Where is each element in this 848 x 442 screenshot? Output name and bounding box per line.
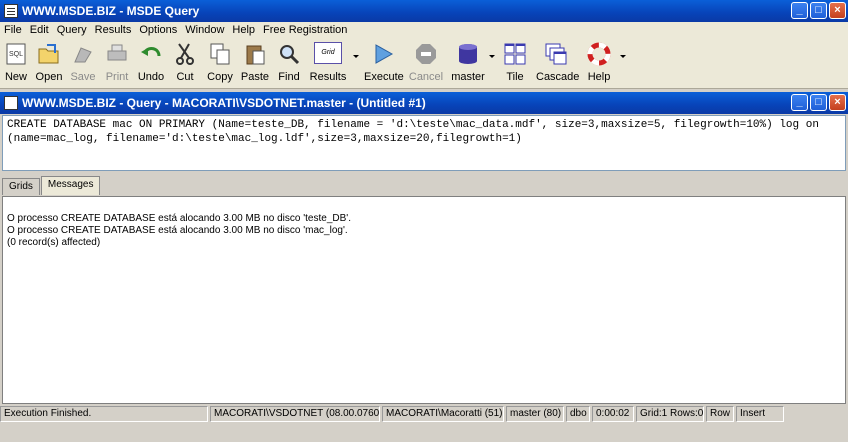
- query-close-button[interactable]: ×: [829, 94, 846, 111]
- status-grid-rows: Grid:1 Rows:0: [636, 406, 704, 422]
- message-line: O processo CREATE DATABASE está alocando…: [7, 225, 348, 236]
- find-button[interactable]: Find: [274, 40, 304, 84]
- query-minimize-button[interactable]: _: [791, 94, 808, 111]
- results-grid-label: Grid: [321, 49, 335, 56]
- tile-windows-icon: [504, 43, 526, 65]
- menu-bar: File Edit Query Results Options Window H…: [0, 22, 848, 38]
- printer-icon: [107, 44, 127, 61]
- scissors-icon: [176, 43, 194, 65]
- toolbar: SQL New Open Save Print Undo Cut Copy Pa…: [0, 38, 848, 89]
- message-line: O processo CREATE DATABASE está alocando…: [7, 213, 351, 224]
- print-button[interactable]: Print: [102, 40, 132, 84]
- find-binoculars-icon: [280, 45, 300, 65]
- sql-editor[interactable]: CREATE DATABASE mac ON PRIMARY (Name=tes…: [2, 115, 846, 171]
- database-dropdown-arrow[interactable]: [489, 55, 495, 58]
- status-bar: Execution Finished. MACORATI\VSDOTNET (0…: [0, 406, 848, 424]
- app-title: WWW.MSDE.BIZ - MSDE Query: [22, 4, 200, 18]
- query-window: WWW.MSDE.BIZ - Query - MACORATI\VSDOTNET…: [0, 92, 848, 442]
- cascade-button[interactable]: Cascade: [536, 40, 579, 84]
- status-server: MACORATI\VSDOTNET (08.00.0760): [210, 406, 380, 422]
- execute-play-icon: [375, 44, 394, 64]
- status-mode: Insert: [736, 406, 784, 422]
- results-tabs: Grids Messages: [2, 176, 101, 196]
- messages-pane[interactable]: O processo CREATE DATABASE está alocando…: [2, 196, 846, 404]
- tile-button[interactable]: Tile: [500, 40, 530, 84]
- menu-results[interactable]: Results: [91, 24, 136, 36]
- status-user: MACORATI\Macoratti (51): [382, 406, 504, 422]
- message-line: (0 record(s) affected): [7, 237, 101, 248]
- menu-edit[interactable]: Edit: [26, 24, 53, 36]
- open-button[interactable]: Open: [34, 40, 64, 84]
- menu-help[interactable]: Help: [228, 24, 259, 36]
- help-button[interactable]: Help: [584, 40, 614, 84]
- status-database: master (80): [506, 406, 564, 422]
- cut-button[interactable]: Cut: [170, 40, 200, 84]
- status-owner: dbo: [566, 406, 590, 422]
- results-button[interactable]: Grid Results: [308, 40, 348, 84]
- undo-icon: [141, 47, 161, 57]
- paste-button[interactable]: Paste: [240, 40, 270, 84]
- menu-window[interactable]: Window: [181, 24, 228, 36]
- execute-button[interactable]: Execute: [364, 40, 404, 84]
- copy-button[interactable]: Copy: [204, 40, 236, 84]
- cancel-button[interactable]: Cancel: [408, 40, 444, 84]
- menu-free-registration[interactable]: Free Registration: [259, 24, 351, 36]
- minimize-button[interactable]: _: [791, 2, 808, 19]
- menu-file[interactable]: File: [0, 24, 26, 36]
- new-document-icon: SQL: [6, 43, 26, 65]
- app-titlebar: WWW.MSDE.BIZ - MSDE Query _ □ ×: [0, 0, 848, 22]
- sql-line-1: CREATE DATABASE mac ON PRIMARY (Name=tes…: [7, 119, 819, 131]
- tab-grids[interactable]: Grids: [2, 178, 40, 195]
- results-dropdown-arrow[interactable]: [353, 55, 359, 58]
- save-icon: [74, 47, 92, 63]
- copy-icon: [210, 43, 230, 65]
- status-row: Row: [706, 406, 734, 422]
- help-dropdown-arrow[interactable]: [620, 55, 626, 58]
- close-button[interactable]: ×: [829, 2, 846, 19]
- cascade-windows-icon: [545, 43, 567, 65]
- sql-line-2: (name=mac_log, filename='d:\teste\mac_lo…: [7, 133, 522, 145]
- maximize-button[interactable]: □: [810, 2, 827, 19]
- open-folder-icon: [38, 44, 59, 64]
- app-icon: [4, 4, 18, 18]
- menu-options[interactable]: Options: [135, 24, 181, 36]
- help-lifebuoy-icon: [587, 42, 611, 66]
- save-button[interactable]: Save: [68, 40, 98, 84]
- status-message: Execution Finished.: [0, 406, 208, 422]
- menu-query[interactable]: Query: [53, 24, 91, 36]
- results-grid-icon: Grid: [314, 42, 342, 64]
- query-window-titlebar: WWW.MSDE.BIZ - Query - MACORATI\VSDOTNET…: [0, 92, 848, 114]
- svg-text:SQL: SQL: [9, 51, 23, 58]
- status-elapsed: 0:00:02: [592, 406, 634, 422]
- database-icon: [459, 44, 477, 64]
- new-button[interactable]: SQL New: [2, 40, 30, 84]
- cancel-stop-icon: [416, 44, 436, 64]
- query-window-icon: [4, 96, 18, 110]
- undo-button[interactable]: Undo: [136, 40, 166, 84]
- tab-messages[interactable]: Messages: [40, 176, 101, 195]
- database-selector[interactable]: master: [450, 40, 486, 84]
- query-window-title: WWW.MSDE.BIZ - Query - MACORATI\VSDOTNET…: [22, 96, 426, 110]
- paste-clipboard-icon: [246, 45, 265, 65]
- query-maximize-button[interactable]: □: [810, 94, 827, 111]
